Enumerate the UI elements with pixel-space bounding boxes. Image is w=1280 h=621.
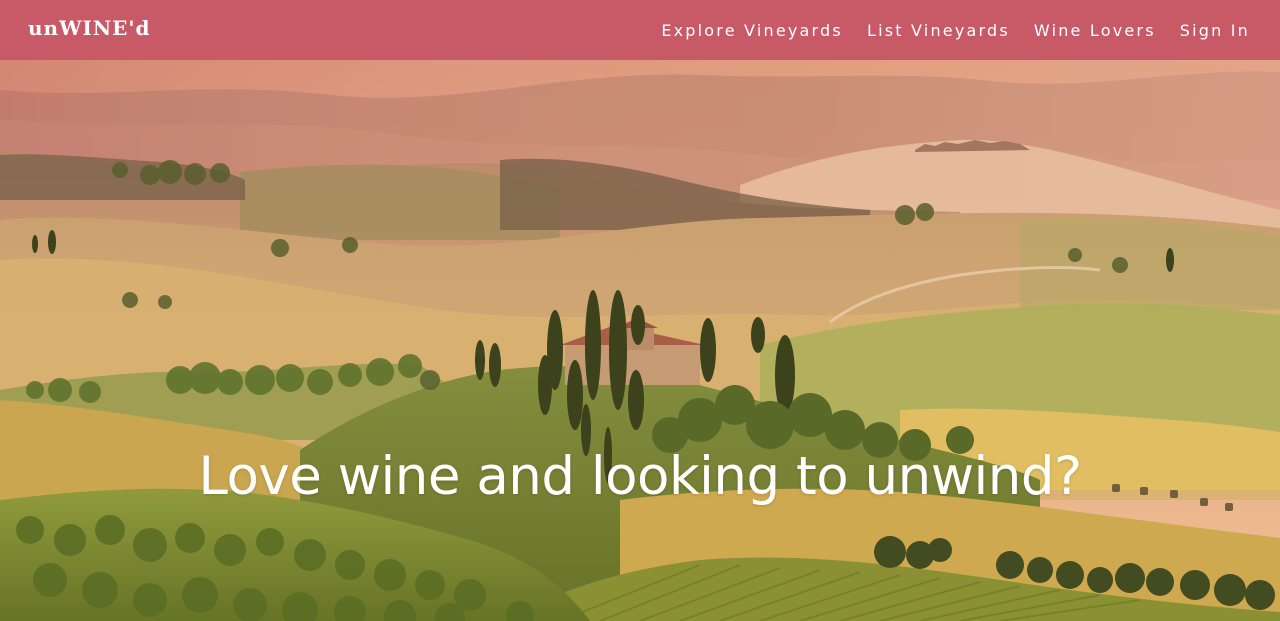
top-navbar: unWINE'd Explore Vineyards List Vineyard… xyxy=(0,0,1280,60)
nav-list-vineyards[interactable]: List Vineyards xyxy=(867,21,1010,40)
hero-section: Love wine and looking to unwind? xyxy=(0,60,1280,621)
nav-wine-lovers[interactable]: Wine Lovers xyxy=(1034,21,1156,40)
brand-logo[interactable]: unWINE'd xyxy=(28,16,151,40)
nav-sign-in[interactable]: Sign In xyxy=(1180,21,1250,40)
page: unWINE'd Explore Vineyards List Vineyard… xyxy=(0,0,1280,621)
nav-explore-vineyards[interactable]: Explore Vineyards xyxy=(661,21,843,40)
nav-links: Explore Vineyards List Vineyards Wine Lo… xyxy=(637,21,1250,40)
hero-headline: Love wine and looking to unwind? xyxy=(198,446,1082,507)
hero-landscape-image xyxy=(0,60,1280,621)
